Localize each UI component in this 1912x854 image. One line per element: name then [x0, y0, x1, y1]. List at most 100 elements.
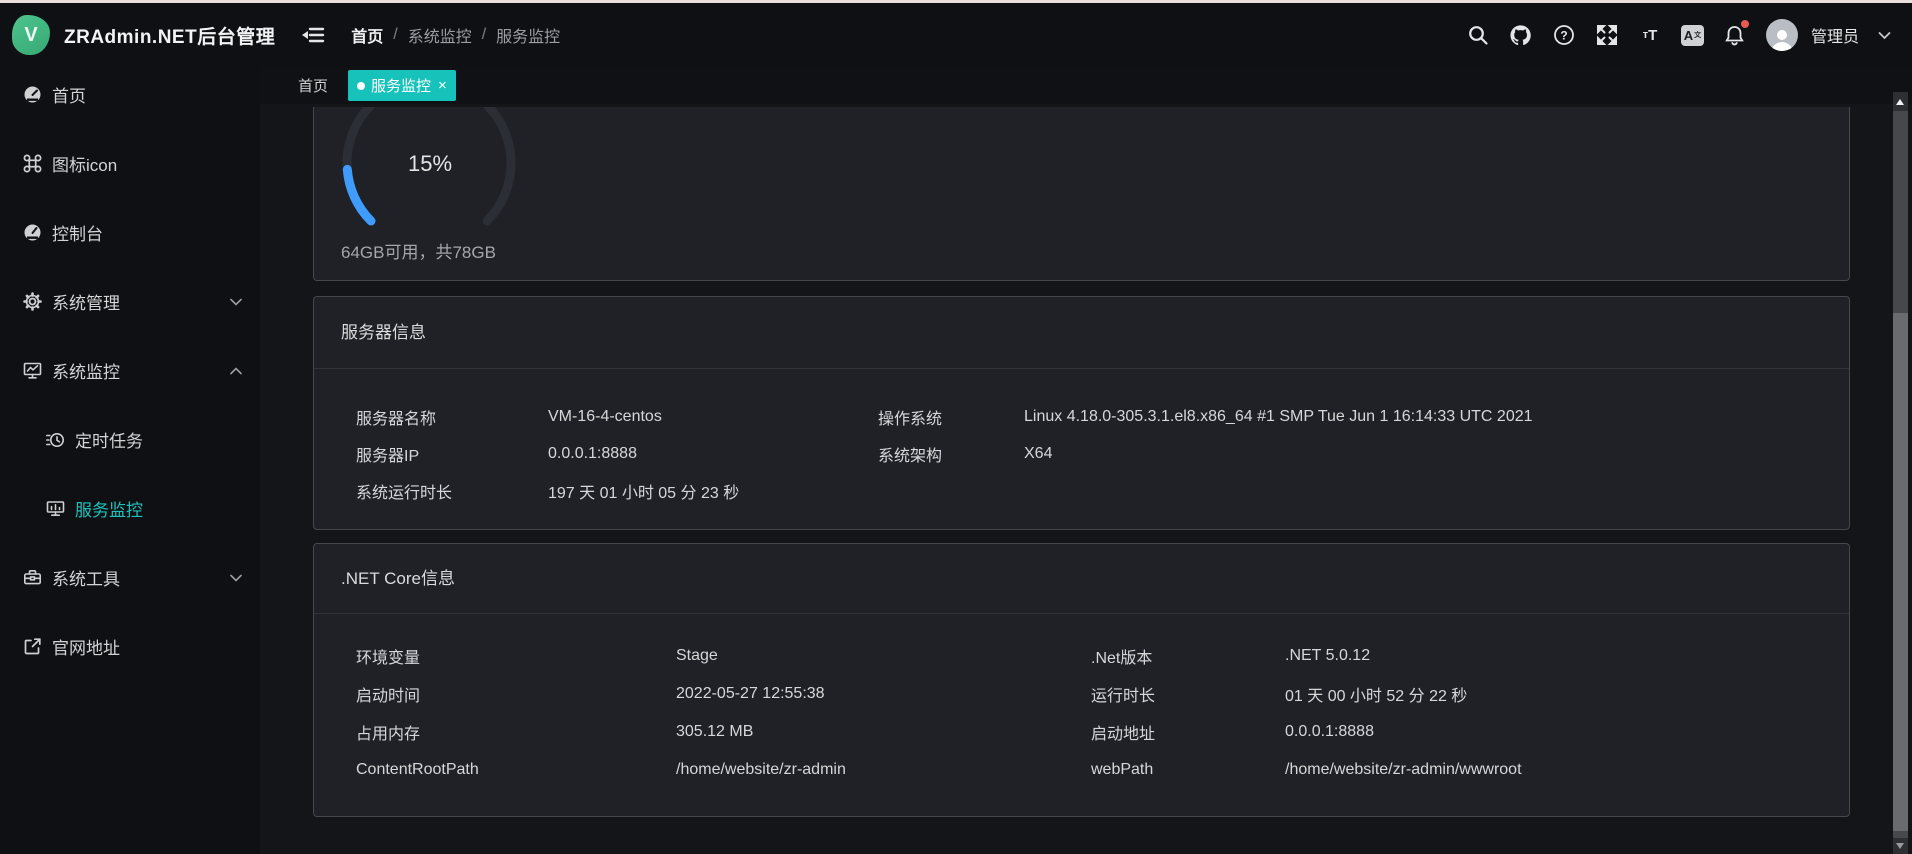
- row-value: 0.0.0.1:8888: [548, 445, 878, 463]
- header-actions: ? тT A文: [1466, 19, 1912, 51]
- tab-home[interactable]: 首页: [292, 71, 334, 100]
- app-title: ZRAdmin.NET后台管理: [64, 22, 275, 49]
- row-value: 0.0.0.1:8888: [1285, 723, 1849, 741]
- breadcrumb: 首页 / 系统监控 / 服务监控: [351, 23, 560, 47]
- timer-icon: [44, 430, 66, 450]
- notification-badge: [1741, 20, 1749, 28]
- row-label: ContentRootPath: [356, 761, 676, 779]
- table-row: 系统运行时长 197 天 01 小时 05 分 23 秒: [314, 472, 1849, 509]
- sidebar-item-label: 服务监控: [75, 496, 143, 521]
- row-label: 服务器名称: [356, 405, 548, 429]
- server-monitor-icon: [44, 499, 66, 519]
- sidebar-item-label: 控制台: [52, 220, 103, 245]
- table-row: 启动时间 2022-05-27 12:55:38 运行时长 01 天 00 小时…: [314, 675, 1849, 713]
- sidebar-item-system-tools[interactable]: 系统工具: [0, 543, 260, 612]
- monitor-chart-icon: [21, 361, 43, 381]
- vertical-scrollbar: [1893, 92, 1908, 854]
- row-value: /home/website/zr-admin/wwwroot: [1285, 761, 1849, 779]
- chevron-up-icon: [230, 367, 242, 375]
- sidebar-item-system-manage[interactable]: 系统管理: [0, 267, 260, 336]
- server-info-table: 服务器名称 VM-16-4-centos 操作系统 Linux 4.18.0-3…: [314, 369, 1849, 509]
- sidebar-item-label: 图标icon: [52, 151, 117, 176]
- console-dashboard-icon: [21, 223, 43, 243]
- breadcrumb-separator: /: [393, 26, 397, 44]
- sidebar-item-label: 系统监控: [52, 358, 120, 383]
- breadcrumb-home[interactable]: 首页: [351, 23, 383, 47]
- sidebar-item-official-site[interactable]: 官网地址: [0, 612, 260, 681]
- row-label: 启动时间: [356, 682, 676, 706]
- language-icon[interactable]: A文: [1681, 25, 1704, 46]
- server-info-card: 服务器信息 服务器名称 VM-16-4-centos 操作系统 Linux 4.…: [313, 296, 1850, 530]
- row-value: Linux 4.18.0-305.3.1.el8.x86_64 #1 SMP T…: [1024, 408, 1849, 426]
- dashboard-icon: [21, 85, 43, 105]
- row-value: Stage: [676, 647, 1091, 665]
- command-icon: [21, 154, 43, 174]
- gauge-percent-label: 15%: [400, 151, 460, 177]
- sidebar-item-label: 定时任务: [75, 427, 143, 452]
- font-size-icon[interactable]: тT: [1638, 23, 1662, 47]
- sidebar-item-home[interactable]: 首页: [0, 60, 260, 129]
- sidebar: 首页 图标icon: [0, 67, 260, 854]
- fullscreen-icon[interactable]: [1595, 23, 1619, 47]
- dotnet-info-card: .NET Core信息 环境变量 Stage .Net版本 .NET 5.0.1…: [313, 543, 1850, 817]
- sidebar-item-scheduled-tasks[interactable]: 定时任务: [0, 405, 260, 474]
- breadcrumb-system-monitor[interactable]: 系统监控: [408, 23, 472, 47]
- scrollbar-thumb[interactable]: [1893, 313, 1908, 831]
- tab-service-monitor[interactable]: 服务监控 ×: [348, 70, 456, 101]
- tab-close-icon[interactable]: ×: [438, 78, 447, 93]
- row-label: 服务器IP: [356, 442, 548, 466]
- row-label: 环境变量: [356, 644, 676, 668]
- breadcrumb-separator: /: [482, 26, 486, 44]
- svg-text:?: ?: [1560, 29, 1567, 43]
- row-label: 系统运行时长: [356, 479, 548, 503]
- logo-letter: V: [24, 24, 37, 47]
- table-row: ContentRootPath /home/website/zr-admin w…: [314, 751, 1849, 789]
- sidebar-item-label: 首页: [52, 82, 86, 107]
- sidebar-item-service-monitor[interactable]: 服务监控: [0, 474, 260, 543]
- row-value: VM-16-4-centos: [548, 408, 878, 426]
- sidebar-item-system-monitor[interactable]: 系统监控: [0, 336, 260, 405]
- row-value: X64: [1024, 445, 1849, 463]
- app-window: V ZRAdmin.NET后台管理 首页 / 系统监控 / 服务监控: [0, 0, 1912, 854]
- chevron-down-icon[interactable]: [1872, 23, 1896, 47]
- sidebar-menu: 首页 图标icon: [0, 60, 260, 681]
- app-logo: V: [12, 15, 50, 55]
- table-row: 服务器名称 VM-16-4-centos 操作系统 Linux 4.18.0-3…: [314, 398, 1849, 435]
- scrollbar-up-arrow[interactable]: [1893, 92, 1908, 111]
- row-label: 系统架构: [878, 442, 1024, 466]
- sidebar-item-label: 官网地址: [52, 634, 120, 659]
- row-value: /home/website/zr-admin: [676, 761, 1091, 779]
- search-icon[interactable]: [1466, 23, 1490, 47]
- memory-gauge-card: 15% 64GB可用，共78GB: [313, 107, 1850, 281]
- user-name[interactable]: 管理员: [1811, 23, 1859, 47]
- notification-bell-icon[interactable]: [1723, 23, 1747, 47]
- tab-label: 服务监控: [371, 75, 431, 96]
- sidebar-item-icons[interactable]: 图标icon: [0, 129, 260, 198]
- dotnet-info-table: 环境变量 Stage .Net版本 .NET 5.0.12 启动时间 2022-…: [314, 614, 1849, 789]
- card-title: 服务器信息: [314, 297, 1849, 369]
- chevron-down-icon: [230, 574, 242, 582]
- external-link-icon: [21, 637, 43, 657]
- main-content: 首页 服务监控 × 15% 64GB可用，共78GB 服务器信息 服务器名称 V…: [260, 67, 1912, 854]
- table-row: 占用内存 305.12 MB 启动地址 0.0.0.1:8888: [314, 713, 1849, 751]
- row-value: .NET 5.0.12: [1285, 647, 1849, 665]
- sidebar-item-label: 系统管理: [52, 289, 120, 314]
- github-icon[interactable]: [1509, 23, 1533, 47]
- top-header: V ZRAdmin.NET后台管理 首页 / 系统监控 / 服务监控: [0, 3, 1912, 67]
- table-row: 服务器IP 0.0.0.1:8888 系统架构 X64: [314, 435, 1849, 472]
- table-row: 环境变量 Stage .Net版本 .NET 5.0.12: [314, 637, 1849, 675]
- help-icon[interactable]: ?: [1552, 23, 1576, 47]
- row-label: 占用内存: [356, 720, 676, 744]
- row-value: 01 天 00 小时 52 分 22 秒: [1285, 682, 1849, 706]
- avatar[interactable]: [1766, 19, 1798, 51]
- collapse-sidebar-icon[interactable]: [301, 24, 325, 46]
- sidebar-item-console[interactable]: 控制台: [0, 198, 260, 267]
- breadcrumb-service-monitor: 服务监控: [496, 23, 560, 47]
- row-value: 197 天 01 小时 05 分 23 秒: [548, 479, 878, 503]
- gear-icon: [21, 292, 43, 312]
- toolbox-icon: [21, 568, 43, 588]
- scrollbar-down-arrow[interactable]: [1893, 838, 1908, 854]
- sidebar-item-label: 系统工具: [52, 565, 120, 590]
- row-label: .Net版本: [1091, 644, 1285, 668]
- tags-view-bar: 首页 服务监控 ×: [260, 67, 1912, 104]
